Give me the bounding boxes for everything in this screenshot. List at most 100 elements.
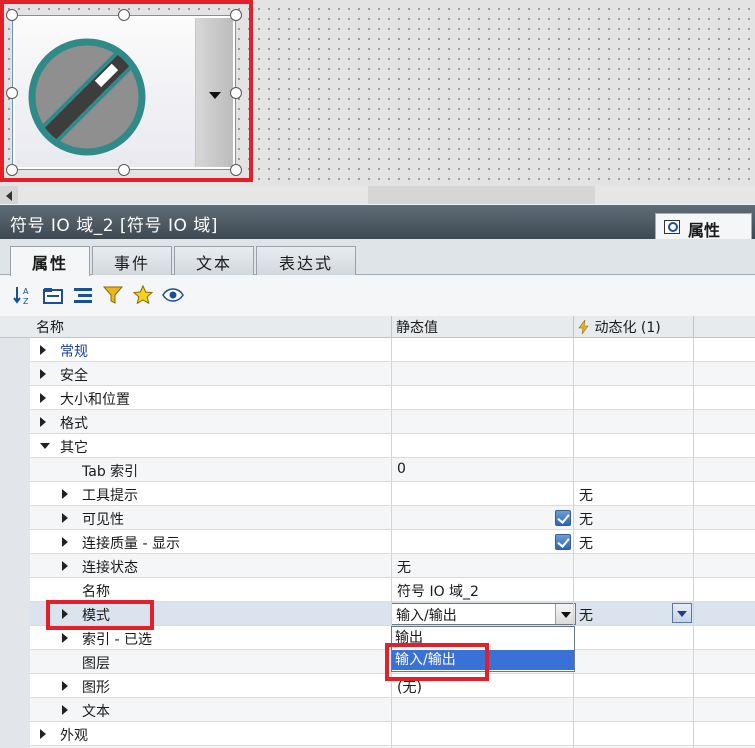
property-label: 工具提示 xyxy=(82,488,138,504)
red-highlight-widget xyxy=(0,0,253,182)
property-label: 大小和位置 xyxy=(60,392,130,408)
column-divider[interactable] xyxy=(573,316,574,338)
property-label: 连接质量 - 显示 xyxy=(82,536,180,552)
property-row[interactable]: 连接状态 无 xyxy=(30,554,755,578)
tab-texts[interactable]: 文本 xyxy=(174,246,254,275)
scrollbar-track-left[interactable] xyxy=(18,186,368,204)
property-dynamic-value: 无 xyxy=(579,512,593,528)
expand-arrow-icon[interactable] xyxy=(40,393,46,403)
property-label: 其它 xyxy=(60,440,88,456)
tab-properties[interactable]: 属性 xyxy=(10,246,90,276)
expand-arrow-icon[interactable] xyxy=(62,561,68,571)
column-header-static-value[interactable]: 静态值 xyxy=(396,317,438,337)
scroll-left-icon[interactable] xyxy=(6,191,12,201)
property-grid: 名称 静态值 动态化 (1) 常规 安全 大小和位置 格式 其它 Tab 索引 0 工具提示无… xyxy=(0,316,755,748)
canvas-horizontal-scrollbar[interactable] xyxy=(0,186,755,204)
inspector-toolbar: AZ xyxy=(0,276,755,316)
dynamic-dropdown-arrow-icon[interactable] xyxy=(672,603,692,623)
property-label: 图层 xyxy=(82,656,110,672)
filter-icon[interactable] xyxy=(102,284,124,306)
tab-label: 事件 xyxy=(113,254,150,273)
tab-events[interactable]: 事件 xyxy=(92,246,172,275)
property-label: 安全 xyxy=(60,368,88,384)
grid-header: 名称 静态值 动态化 (1) xyxy=(0,316,755,338)
inspector-title-bar: 符号 IO 域_2 [符号 IO 域] xyxy=(0,205,755,239)
property-row[interactable]: 连接质量 - 显示 无 xyxy=(30,530,755,554)
tab-label: 表达式 xyxy=(278,254,333,273)
property-row[interactable]: 文本 xyxy=(30,698,755,722)
property-label: 名称 xyxy=(82,584,110,600)
property-static-value[interactable]: 无 xyxy=(397,557,411,577)
expand-arrow-icon[interactable] xyxy=(40,417,46,427)
expand-arrow-icon[interactable] xyxy=(62,489,68,499)
column-header-dynamic[interactable]: 动态化 (1) xyxy=(578,317,661,337)
property-row[interactable]: 可见性 无 xyxy=(30,506,755,530)
svg-text:Z: Z xyxy=(23,297,29,306)
red-highlight-mode-row xyxy=(46,600,154,630)
expand-arrow-icon[interactable] xyxy=(62,537,68,547)
property-label: Tab 索引 xyxy=(82,464,139,480)
magnifier-icon xyxy=(664,220,680,234)
expand-arrow-icon[interactable] xyxy=(40,369,46,379)
property-row[interactable]: 常规 xyxy=(30,338,755,362)
panel-tab-properties[interactable]: 属性 xyxy=(655,213,752,240)
inspector-title: 符号 IO 域_2 [符号 IO 域] xyxy=(10,216,218,236)
scrollbar-track-right[interactable] xyxy=(595,186,755,204)
checked-checkbox[interactable] xyxy=(555,510,571,526)
column-separator xyxy=(391,338,392,748)
property-row[interactable]: 其它 xyxy=(30,434,755,458)
property-label: 文本 xyxy=(82,704,110,720)
property-label: 格式 xyxy=(60,416,88,432)
property-static-value[interactable]: 0 xyxy=(397,461,406,477)
lightning-icon xyxy=(578,319,589,335)
property-row[interactable]: 工具提示 无 xyxy=(30,482,755,506)
property-row[interactable]: 安全 xyxy=(30,362,755,386)
property-dynamic-value: 无 xyxy=(579,536,593,552)
tab-label: 文本 xyxy=(195,254,232,273)
column-divider[interactable] xyxy=(391,316,392,338)
expand-arrow-icon[interactable] xyxy=(40,345,46,355)
collapse-arrow-icon[interactable] xyxy=(40,443,50,449)
row-gutter xyxy=(0,338,30,748)
property-row[interactable]: 格式 xyxy=(30,410,755,434)
tab-label: 属性 xyxy=(31,254,68,273)
expand-arrow-icon[interactable] xyxy=(62,633,68,643)
expand-arrow-icon[interactable] xyxy=(40,729,46,739)
column-header-name[interactable]: 名称 xyxy=(36,317,64,337)
tab-expressions[interactable]: 表达式 xyxy=(256,246,356,275)
checked-checkbox[interactable] xyxy=(555,534,571,550)
favorite-star-icon[interactable] xyxy=(132,284,154,306)
property-label: 外观 xyxy=(60,728,88,744)
column-separator xyxy=(693,338,694,748)
red-highlight-input-output-option xyxy=(385,643,489,681)
inspector-tabstrip: 属性 事件 文本 表达式 xyxy=(0,239,755,276)
property-label: 常规 xyxy=(60,344,88,360)
sort-az-icon[interactable]: AZ xyxy=(12,284,34,306)
expand-arrow-icon[interactable] xyxy=(62,513,68,523)
property-label: 图形 xyxy=(82,680,110,696)
property-label: 索引 - 已选 xyxy=(82,632,152,648)
combobox-arrow-icon[interactable] xyxy=(555,604,575,624)
property-label: 连接状态 xyxy=(82,560,138,576)
property-label: 可见性 xyxy=(82,512,124,528)
mode-combobox[interactable]: 输入/输出 xyxy=(391,603,576,625)
column-header-dynamic-label: 动态化 (1) xyxy=(594,320,661,336)
expand-arrow-icon[interactable] xyxy=(62,705,68,715)
screen-canvas xyxy=(0,0,755,186)
property-static-value[interactable]: 符号 IO 域_2 xyxy=(397,581,479,601)
column-divider[interactable] xyxy=(693,316,694,338)
property-row[interactable]: 名称 符号 IO 域_2 xyxy=(30,578,755,602)
expand-arrow-icon[interactable] xyxy=(62,681,68,691)
property-row[interactable]: 大小和位置 xyxy=(30,386,755,410)
property-row[interactable]: Tab 索引 0 xyxy=(30,458,755,482)
list-view-icon[interactable] xyxy=(72,284,94,306)
eye-icon[interactable] xyxy=(162,284,184,306)
mode-combobox-value: 输入/输出 xyxy=(396,608,457,624)
property-dynamic-value: 无 xyxy=(579,488,593,504)
property-dynamic-value: 无 xyxy=(579,608,593,624)
column-separator xyxy=(573,338,574,748)
panel-tab-label: 属性 xyxy=(688,221,721,240)
property-row[interactable]: 外观 xyxy=(30,722,755,746)
folder-view-icon[interactable] xyxy=(42,284,64,306)
svg-text:A: A xyxy=(23,287,29,296)
